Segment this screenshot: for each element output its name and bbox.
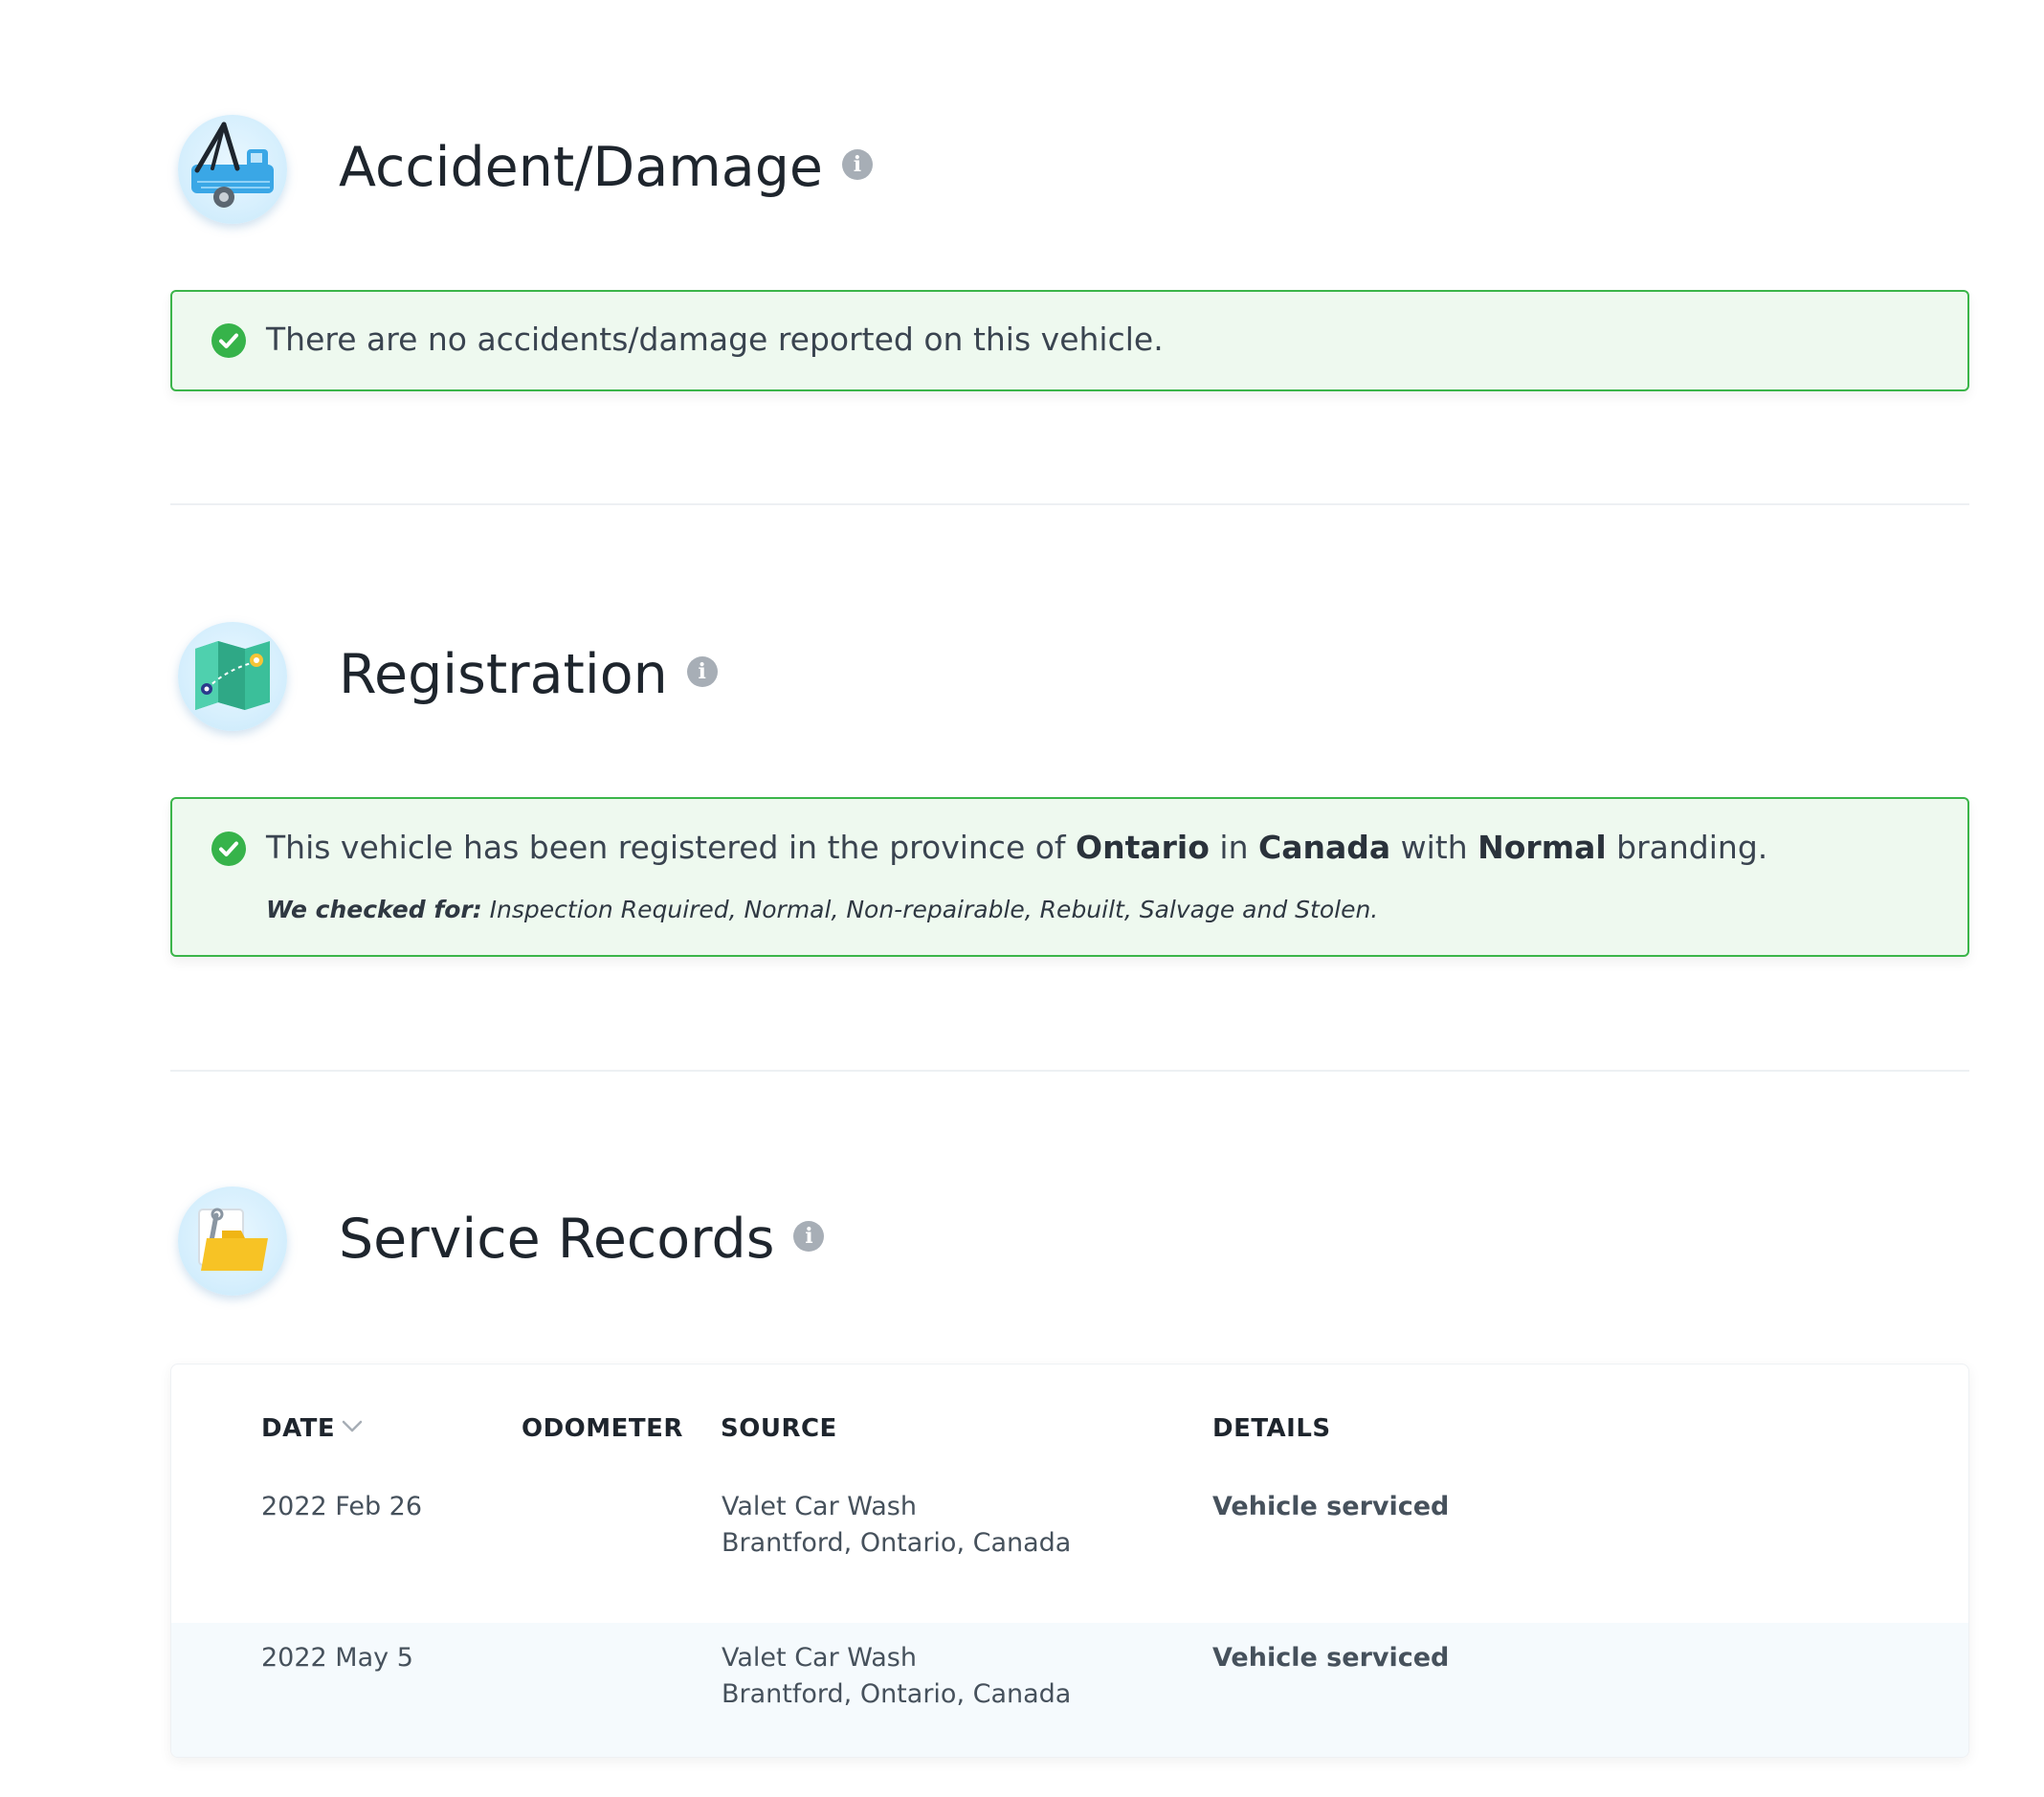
row-details: Vehicle serviced <box>1212 1492 1450 1521</box>
registration-text-in: in <box>1209 829 1258 866</box>
column-header-date[interactable]: DATE <box>261 1414 335 1443</box>
service-records-table: DATE ODOMETER SOURCE DETAILS 2022 Feb 26… <box>170 1364 1969 1758</box>
service-title-text: Service Records <box>339 1208 775 1271</box>
chevron-down-icon[interactable] <box>342 1420 363 1433</box>
accident-section-title: Accident/Damage i <box>339 136 873 199</box>
checked-for-label: We checked for: <box>266 896 482 923</box>
map-icon <box>178 622 287 731</box>
section-divider <box>170 1070 1969 1072</box>
registration-text-pre: This vehicle has been registered in the … <box>266 829 1077 866</box>
accident-status-message: There are no accidents/damage reported o… <box>266 321 1164 358</box>
row-source-location: Brantford, Ontario, Canada <box>722 1528 1072 1558</box>
service-section-header: Service Records i <box>170 1187 1969 1311</box>
section-divider <box>170 503 1969 505</box>
registration-branding: Normal <box>1477 829 1607 866</box>
checked-for-items: Inspection Required, Normal, Non-repaira… <box>481 896 1379 923</box>
registration-country: Canada <box>1257 829 1391 866</box>
accident-status-alert: There are no accidents/damage reported o… <box>170 290 1969 391</box>
row-date: 2022 May 5 <box>261 1643 413 1673</box>
row-details: Vehicle serviced <box>1212 1643 1450 1673</box>
registration-text-with: with <box>1390 829 1478 866</box>
table-row: 2022 May 5 Valet Car Wash Brantford, Ont… <box>171 1623 1968 1757</box>
column-header-odometer[interactable]: ODOMETER <box>522 1414 683 1443</box>
service-section-title: Service Records i <box>339 1208 825 1271</box>
folder-wrench-icon <box>178 1187 287 1296</box>
column-header-details[interactable]: DETAILS <box>1212 1414 1331 1443</box>
accident-info-icon[interactable]: i <box>841 149 873 181</box>
table-row: 2022 Feb 26 Valet Car Wash Brantford, On… <box>171 1472 1968 1623</box>
row-source-name: Valet Car Wash <box>722 1492 917 1521</box>
registration-text-post: branding. <box>1606 829 1768 866</box>
registration-info-icon[interactable]: i <box>686 656 718 688</box>
tow-truck-icon <box>178 115 287 224</box>
row-date: 2022 Feb 26 <box>261 1492 423 1521</box>
registration-province: Ontario <box>1076 829 1210 866</box>
row-source-name: Valet Car Wash <box>722 1643 917 1673</box>
registration-section-title: Registration i <box>339 643 718 706</box>
accident-section-header: Accident/Damage i <box>170 115 1969 239</box>
registration-checked-for: We checked for: Inspection Required, Nor… <box>266 896 1378 923</box>
service-info-icon[interactable]: i <box>793 1221 825 1253</box>
registration-section-header: Registration i <box>170 622 1969 746</box>
check-circle-icon <box>211 832 246 866</box>
accident-title-text: Accident/Damage <box>339 136 823 199</box>
registration-status-alert: This vehicle has been registered in the … <box>170 797 1969 957</box>
check-circle-icon <box>211 323 246 358</box>
column-header-source[interactable]: SOURCE <box>721 1414 837 1443</box>
row-source-location: Brantford, Ontario, Canada <box>722 1679 1072 1709</box>
registration-title-text: Registration <box>339 643 668 706</box>
registration-status-message: This vehicle has been registered in the … <box>266 829 1767 866</box>
